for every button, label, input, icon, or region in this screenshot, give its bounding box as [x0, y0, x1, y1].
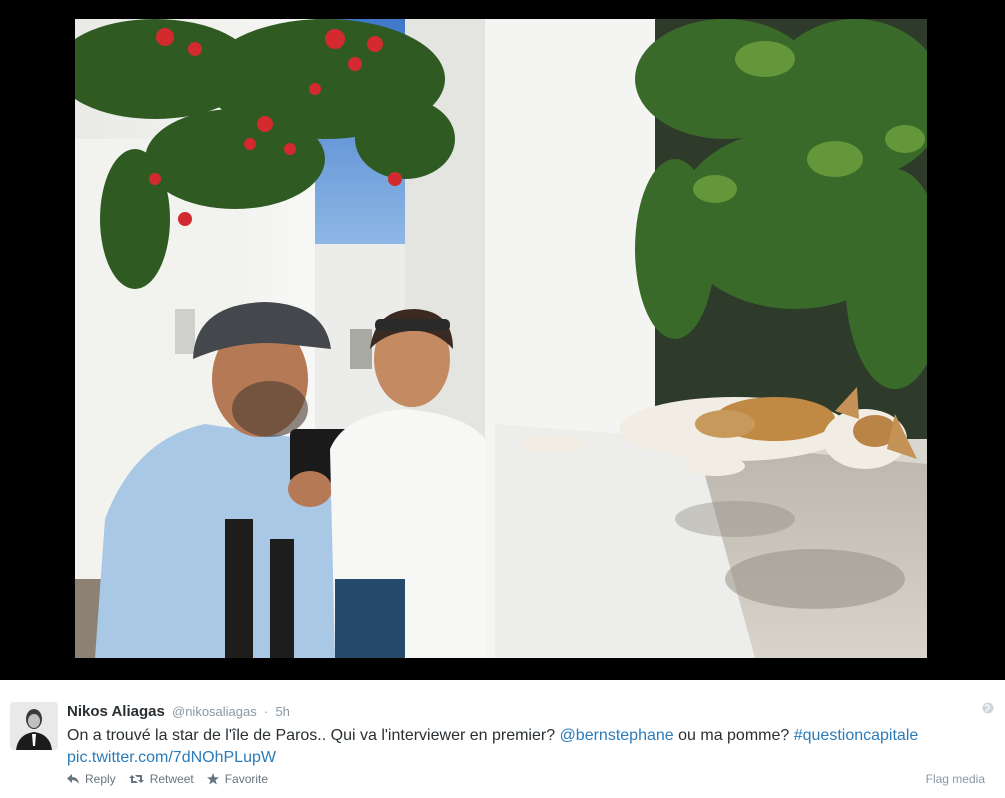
avatar-image [10, 702, 58, 750]
author-fullname[interactable]: Nikos Aliagas [67, 703, 165, 720]
tweet-text: On a trouvé la star de l'île de Paros.. … [67, 725, 947, 769]
hashtag-link[interactable]: #questioncapitale [794, 727, 919, 744]
mention-link[interactable]: @bernstephane [560, 727, 674, 744]
globe-icon[interactable] [982, 702, 994, 714]
favorite-label: Favorite [224, 772, 269, 786]
flag-media-link[interactable]: Flag media [926, 772, 985, 786]
avatar[interactable] [10, 702, 58, 750]
favorite-button[interactable]: Favorite [206, 772, 269, 786]
retweet-icon [128, 775, 144, 783]
retweet-label: Retweet [149, 772, 194, 786]
reply-label: Reply [85, 772, 116, 786]
author-username[interactable]: @nikosaliagas [172, 704, 257, 719]
star-icon [206, 773, 219, 785]
photo-illustration [75, 19, 927, 658]
reply-button[interactable]: Reply [67, 772, 116, 786]
header-separator: · [263, 704, 269, 719]
reply-icon [67, 774, 79, 784]
tweet-photo[interactable] [75, 19, 927, 658]
tweet-text-main: On a trouvé la star de l'île de Paros.. … [67, 727, 560, 744]
tweet-text-mid: ou ma pomme? [673, 727, 794, 744]
tweet-timestamp[interactable]: 5h [275, 704, 289, 719]
retweet-button[interactable]: Retweet [128, 772, 194, 786]
tweet-card: Nikos Aliagas @nikosaliagas · 5h On a tr… [0, 680, 1005, 798]
tweet-actions: Reply Retweet Favorite [67, 772, 281, 786]
media-viewer [0, 0, 1005, 680]
pic-link[interactable]: pic.twitter.com/7dNOhPLupW [67, 749, 276, 766]
tweet-header: Nikos Aliagas @nikosaliagas · 5h [67, 702, 290, 722]
